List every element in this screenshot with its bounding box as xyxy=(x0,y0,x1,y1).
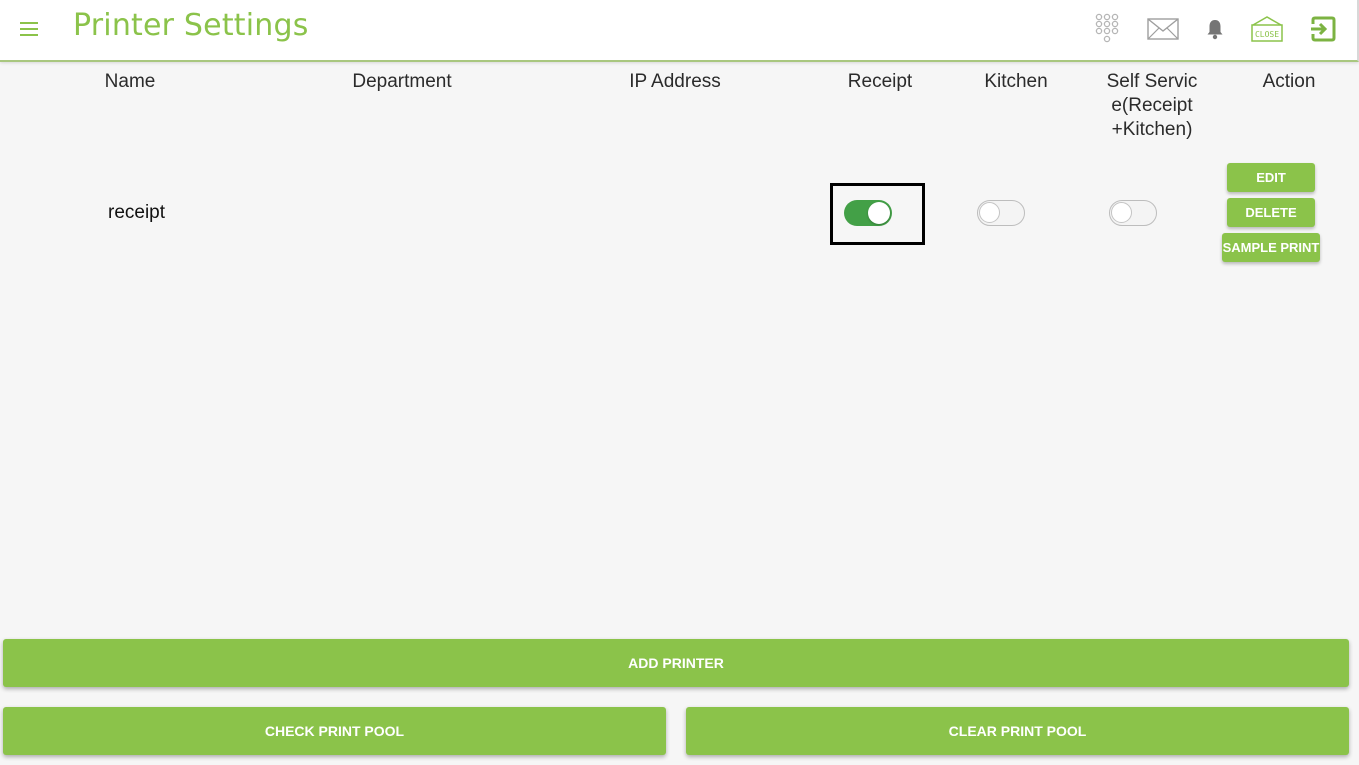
col-kitchen: Kitchen xyxy=(984,71,1048,92)
menu-icon[interactable] xyxy=(14,14,44,44)
edit-button[interactable]: EDIT xyxy=(1227,163,1315,192)
col-action: Action xyxy=(1262,71,1316,92)
self-service-toggle[interactable] xyxy=(1109,200,1157,226)
col-self-service-line2: e(Receipt xyxy=(1111,95,1193,116)
clear-print-pool-button[interactable]: CLEAR PRINT POOL xyxy=(686,707,1349,755)
close-icon-label: CLOSE xyxy=(1255,30,1279,39)
toggle-knob xyxy=(978,201,1000,223)
col-department: Department xyxy=(352,71,452,92)
delete-button[interactable]: DELETE xyxy=(1227,198,1315,227)
top-app-bar: Printer Settings CLOSE xyxy=(0,0,1359,62)
col-name: Name xyxy=(104,71,156,92)
close-shop-icon[interactable]: CLOSE xyxy=(1248,12,1286,46)
kitchen-toggle[interactable] xyxy=(977,200,1025,226)
check-print-pool-button[interactable]: CHECK PRINT POOL xyxy=(3,707,666,755)
printer-name: receipt xyxy=(108,202,166,223)
col-self-service-line3: +Kitchen) xyxy=(1111,119,1193,140)
page-title: Printer Settings xyxy=(73,8,309,43)
receipt-toggle[interactable] xyxy=(844,200,892,226)
add-printer-button[interactable]: ADD PRINTER xyxy=(3,639,1349,687)
logout-icon[interactable] xyxy=(1306,12,1340,46)
col-self-service: Self Servic e(Receipt +Kitchen) xyxy=(1097,70,1207,142)
toggle-knob xyxy=(1110,201,1132,223)
col-ip-address: IP Address xyxy=(629,71,721,92)
col-receipt: Receipt xyxy=(847,71,913,92)
sample-print-button[interactable]: SAMPLE PRINT xyxy=(1222,233,1320,262)
bell-icon[interactable] xyxy=(1203,12,1227,46)
keypad-icon[interactable] xyxy=(1092,12,1122,46)
col-self-service-line1: Self Servic xyxy=(1106,71,1198,92)
toggle-knob xyxy=(868,202,890,224)
mail-icon[interactable] xyxy=(1146,12,1180,46)
